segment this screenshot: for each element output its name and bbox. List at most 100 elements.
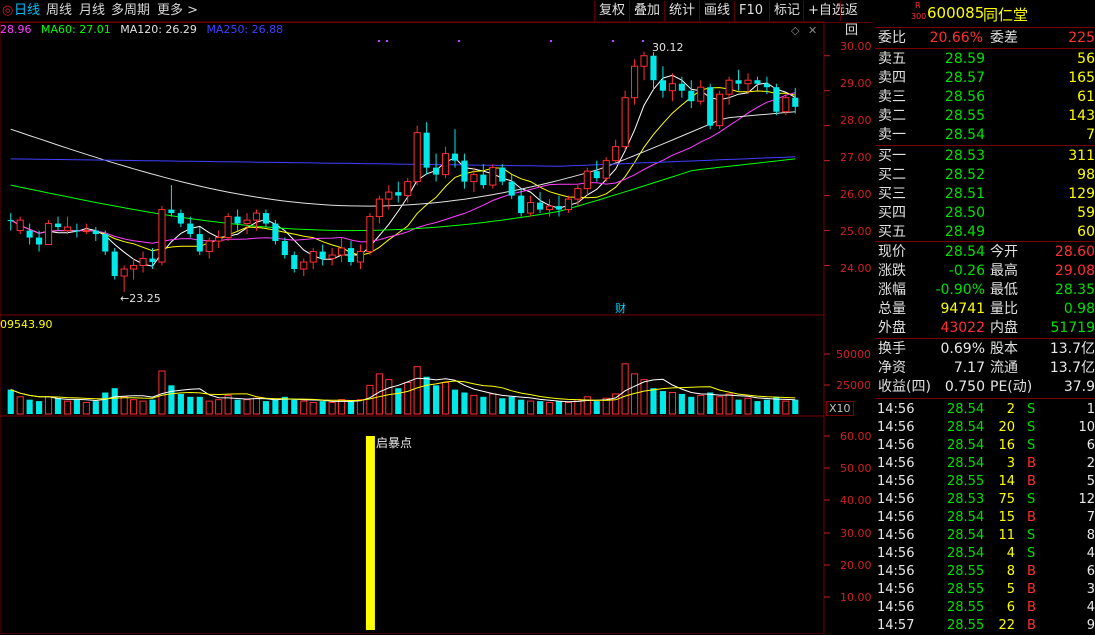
volume-bar	[82, 402, 90, 415]
tick-time: 14:56	[877, 564, 915, 579]
tick-direction: S	[1027, 528, 1036, 543]
bid-volume: 98	[1077, 167, 1095, 183]
tick-row[interactable]: 14:56 28.54 4 S 4	[875, 545, 1095, 563]
bid-price: 28.52	[944, 167, 985, 183]
candle-body	[120, 268, 128, 277]
volume-bar	[470, 394, 478, 415]
volume-bar	[792, 399, 799, 414]
volume-bar	[187, 396, 194, 414]
fundamental-row: 收益(四) 0.750 PE(动) 37.9	[875, 378, 1095, 396]
volume-bar	[754, 401, 761, 414]
candle-body	[404, 181, 412, 197]
volume-bar	[499, 398, 506, 414]
divider	[875, 338, 1095, 339]
volume-bar	[404, 381, 412, 415]
candle-body	[234, 216, 241, 224]
candle-body	[82, 230, 90, 233]
ask-label: 卖二	[878, 108, 906, 124]
fundamental-value: 13.7亿	[1049, 341, 1095, 357]
tick-row[interactable]: 14:57 28.55 22 B 9	[875, 617, 1095, 635]
tick-row[interactable]: 14:56 28.55 6 B 4	[875, 599, 1095, 617]
tick-time: 14:57	[877, 618, 915, 633]
tick-volume: 11	[998, 528, 1015, 543]
tick-row[interactable]: 14:56 28.54 3 B 2	[875, 455, 1095, 473]
candle-body	[574, 188, 582, 200]
tick-direction: B	[1027, 600, 1036, 615]
candle-body	[773, 87, 780, 112]
candle-body	[659, 80, 667, 91]
signal-dot	[642, 40, 644, 42]
candle-body	[36, 237, 43, 245]
volume-bar	[356, 399, 365, 415]
indicator-tick: 30.00	[840, 527, 872, 540]
fundamental-value: 37.9	[1063, 379, 1095, 395]
volume-bar	[668, 392, 676, 415]
tick-volume: 14	[998, 474, 1015, 489]
candle-body	[243, 219, 251, 225]
volume-bar	[291, 399, 298, 414]
volume-bar	[139, 400, 147, 415]
volume-bar	[102, 392, 109, 414]
fundamental-label: 股本	[990, 341, 1018, 357]
quote-panel: R 300 600085 同仁堂 委比 20.66% 委差 225 卖五 28.5…	[875, 0, 1095, 634]
stat-value: 51719	[1050, 320, 1095, 336]
tick-row[interactable]: 14:56 28.54 20 S 10	[875, 419, 1095, 437]
candle-body	[158, 209, 166, 263]
tick-row[interactable]: 14:56 28.54 11 S 8	[875, 527, 1095, 545]
bid-row: 买二 28.52 98	[875, 166, 1095, 184]
candle-body	[92, 230, 99, 235]
tick-count: 9	[1086, 618, 1095, 633]
ask-volume: 143	[1068, 108, 1095, 124]
fundamental-label: 换手	[878, 341, 906, 357]
candle-body	[300, 261, 308, 270]
candle-body	[489, 167, 497, 186]
candle-body	[291, 255, 298, 270]
tick-count: 5	[1086, 474, 1095, 489]
stat-value: 28.60	[1054, 244, 1095, 260]
stat-value: 43022	[940, 320, 985, 336]
ask-row: 卖五 28.59 56	[875, 50, 1095, 68]
volume-bar	[149, 399, 156, 414]
high-annotation: 30.12	[652, 41, 684, 54]
indicator-tick: 20.00	[840, 559, 872, 572]
candle-body	[754, 80, 761, 84]
tick-row[interactable]: 14:56 28.54 15 B 7	[875, 509, 1095, 527]
bid-volume: 60	[1077, 224, 1095, 240]
volume-bar	[328, 402, 336, 415]
fundamental-value: 0.69%	[940, 341, 985, 357]
stat-row: 涨跌 -0.26 最高 29.08	[875, 262, 1095, 280]
ask-label: 卖四	[878, 70, 906, 86]
fundamental-value: 13.7亿	[1049, 360, 1095, 376]
stock-name: 同仁堂	[983, 6, 1029, 24]
candle-body	[177, 213, 184, 224]
bid-label: 买三	[878, 186, 906, 202]
volume-bar	[215, 399, 223, 415]
ma5-line	[10, 74, 796, 267]
finance-marker[interactable]: 财	[615, 300, 626, 316]
candle-body	[54, 223, 62, 228]
tick-row[interactable]: 14:56 28.54 16 S 6	[875, 437, 1095, 455]
price-tick: 27.00	[840, 151, 872, 164]
volume-bar	[63, 400, 72, 415]
candle-body	[716, 93, 724, 127]
candle-body	[328, 254, 336, 260]
divider	[875, 241, 1095, 242]
stat-row: 现价 28.54 今开 28.60	[875, 243, 1095, 261]
ma20-line	[10, 92, 796, 244]
ask-volume: 61	[1077, 89, 1095, 105]
candle-body	[347, 248, 355, 263]
ask-price: 28.59	[944, 51, 985, 67]
tick-row[interactable]: 14:56 28.53 75 S 12	[875, 491, 1095, 509]
ma10-line	[10, 87, 796, 256]
volume-bars-group	[7, 363, 799, 415]
tick-row[interactable]: 14:56 28.55 5 B 3	[875, 581, 1095, 599]
ask-label: 卖三	[878, 89, 906, 105]
kline-chart[interactable]	[0, 0, 875, 634]
tick-row[interactable]: 14:56 28.54 2 S 1	[875, 401, 1095, 419]
badge-bottom: 300	[911, 12, 927, 21]
tick-row[interactable]: 14:56 28.55 14 B 5	[875, 473, 1095, 491]
candle-body	[763, 83, 770, 88]
candle-body	[7, 220, 14, 222]
fundamental-label: 流通	[990, 360, 1018, 376]
tick-row[interactable]: 14:56 28.55 8 B 6	[875, 563, 1095, 581]
